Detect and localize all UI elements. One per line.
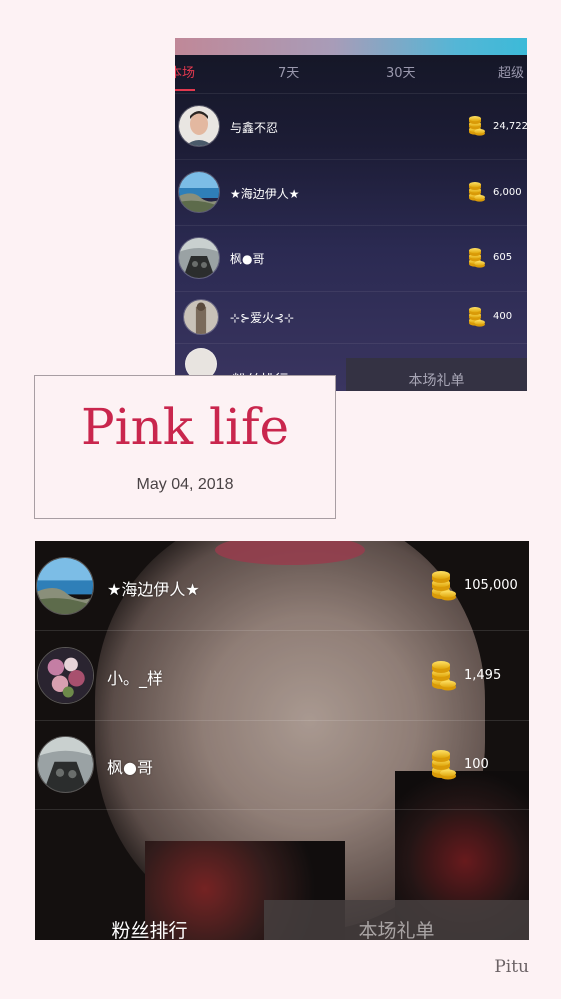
coin-amount: 105,000	[464, 578, 518, 593]
user-name: 枫●哥	[230, 252, 265, 266]
bottom-leaderboard-screenshot: ★海边伊人★ 105,000 小。_样 1,495 枫●哥 100 粉丝排行 本…	[35, 541, 529, 940]
user-name: ★海边伊人★	[107, 580, 200, 599]
top-leaderboard-screenshot: 本场 7天 30天 超级 与鑫不忍 24,722 ★海边伊人★ 6,000 枫●…	[175, 38, 527, 391]
avatar[interactable]	[178, 105, 220, 147]
list-item[interactable]: ★海边伊人★ 105,000	[35, 541, 529, 631]
active-tab-indicator	[175, 89, 196, 91]
tab-7-days-label: 7天	[278, 66, 300, 81]
avatar[interactable]	[37, 736, 94, 793]
gift-list-button[interactable]: 本场礼单	[264, 900, 529, 940]
tab-this-session[interactable]: 本场	[175, 55, 196, 93]
portrait-avatar-icon	[179, 106, 219, 146]
list-item[interactable]: ★海边伊人★ 6,000	[175, 159, 527, 226]
user-name: ⊹⊱爱火⊰⊹	[230, 311, 295, 325]
tab-super[interactable]: 超级	[498, 55, 524, 93]
tab-30-days-label: 30天	[386, 66, 416, 81]
user-name: 小。_样	[107, 669, 164, 688]
tab-7-days[interactable]: 7天	[278, 55, 299, 93]
period-tabs: 本场 7天 30天 超级	[175, 55, 527, 94]
coin-stack-icon	[431, 571, 457, 601]
coin-amount: 6,000	[493, 187, 522, 198]
user-name: ★海边伊人★	[230, 187, 300, 201]
gift-list-button[interactable]: 本场礼单	[346, 358, 527, 391]
coin-stack-icon	[468, 248, 486, 268]
seaside-avatar-icon	[179, 172, 219, 212]
cockpit-avatar-icon	[38, 737, 93, 792]
tab-30-days[interactable]: 30天	[386, 55, 416, 93]
avatar[interactable]	[178, 171, 220, 213]
fan-ranking-button[interactable]: 粉丝排行	[35, 900, 264, 940]
title-card: Pink life May 04, 2018	[34, 375, 336, 519]
tab-super-label: 超级	[498, 66, 525, 81]
cockpit-avatar-icon	[179, 238, 219, 278]
list-item[interactable]: 小。_样 1,495	[35, 630, 529, 721]
tab-this-session-label: 本场	[175, 66, 196, 81]
avatar[interactable]	[178, 237, 220, 279]
user-name: 与鑫不忍	[230, 121, 279, 135]
coin-amount: 100	[464, 757, 489, 772]
avatar[interactable]	[36, 557, 94, 615]
flowers-avatar-icon	[38, 648, 93, 703]
coin-stack-icon	[431, 750, 457, 780]
coin-stack-icon	[431, 661, 457, 691]
coin-amount: 24,722	[493, 121, 527, 132]
list-item[interactable]: 枫●哥 100	[35, 720, 529, 810]
top-color-strip	[175, 38, 527, 55]
coin-stack-icon	[468, 116, 486, 136]
list-item[interactable]: 与鑫不忍 24,722	[175, 94, 527, 160]
coin-amount: 400	[493, 311, 513, 322]
avatar[interactable]	[183, 299, 219, 335]
pitu-watermark: Pitu	[494, 957, 529, 977]
seaside-avatar-icon	[37, 558, 93, 614]
coin-amount: 1,495	[464, 668, 502, 683]
list-item[interactable]: ⊹⊱爱火⊰⊹ 400	[175, 291, 527, 344]
coin-stack-icon	[468, 307, 486, 327]
collage-title: Pink life	[80, 398, 290, 456]
avatar[interactable]	[37, 647, 94, 704]
coin-amount: 605	[493, 252, 513, 263]
coin-stack-icon	[468, 182, 486, 202]
user-name: 枫●哥	[107, 758, 153, 777]
collage-date: May 04, 2018	[136, 476, 234, 493]
figure-avatar-icon	[184, 300, 218, 334]
list-item[interactable]: 枫●哥 605	[175, 225, 527, 292]
